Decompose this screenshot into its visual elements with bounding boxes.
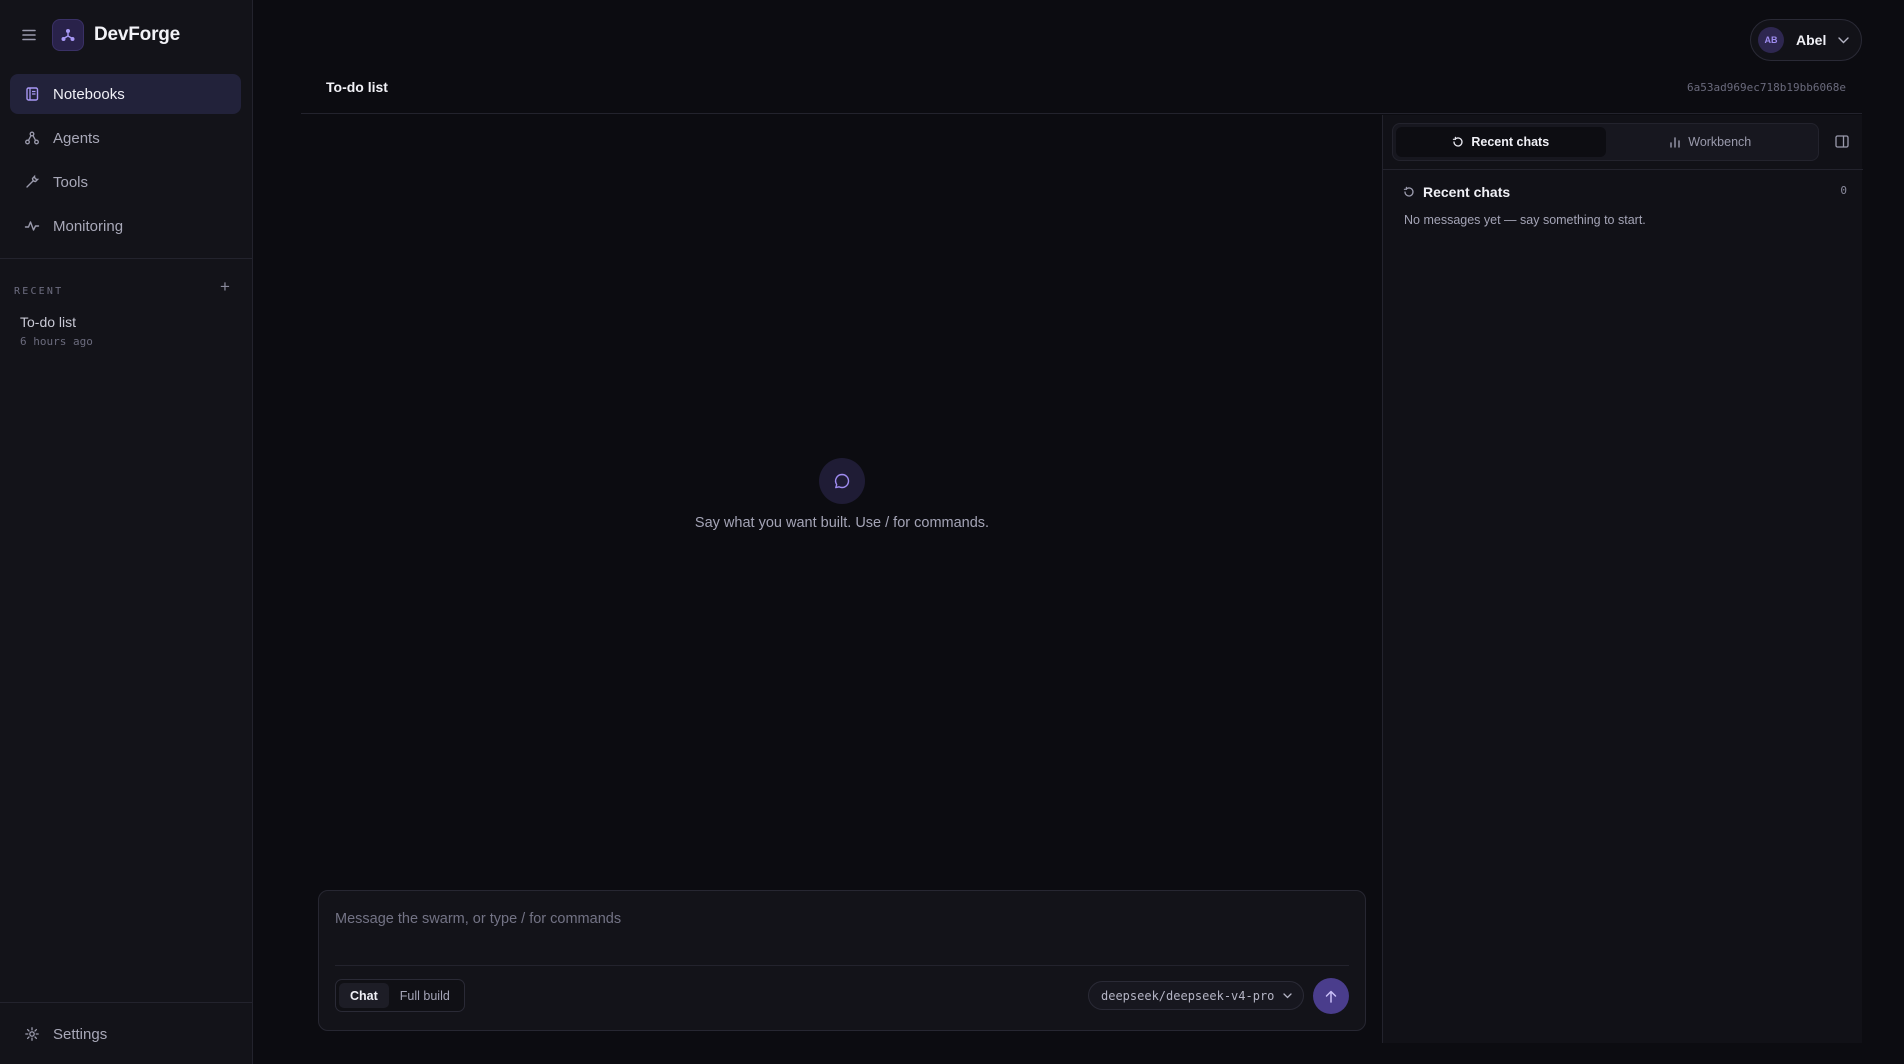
model-select[interactable]: deepseek/deepseek-v4-pro	[1088, 981, 1304, 1010]
arrow-up-icon	[1325, 990, 1337, 1003]
mode-full-build-button[interactable]: Full build	[389, 983, 461, 1008]
panel-divider	[1383, 169, 1863, 170]
notebook-icon	[23, 85, 41, 103]
recent-chats-title: Recent chats	[1423, 184, 1511, 200]
app-name: DevForge	[94, 24, 181, 45]
bar-chart-icon	[1669, 136, 1681, 148]
tab-label: Workbench	[1688, 135, 1752, 149]
user-menu-button[interactable]: AB Abel	[1750, 19, 1862, 61]
hamburger-icon	[22, 29, 36, 41]
message-input[interactable]	[335, 908, 1335, 930]
tab-label: Recent chats	[1471, 135, 1550, 149]
nav-divider	[0, 258, 253, 259]
message-composer: Chat Full build deepseek/deepseek-v4-pro	[318, 890, 1366, 1031]
add-recent-button[interactable]: +	[216, 278, 234, 296]
page-title: To-do list	[326, 79, 388, 95]
wrench-icon	[23, 173, 41, 191]
right-panel: Recent chats Workbench Recent chats 0 No…	[1382, 115, 1863, 1043]
menu-toggle-button[interactable]	[19, 25, 39, 45]
recent-label: RECENT	[14, 286, 64, 297]
empty-state-message: Say what you want built. Use / for comma…	[694, 515, 990, 531]
user-name: Abel	[1796, 32, 1827, 48]
document-id: 6a53ad969ec718b19bb6068e	[1687, 81, 1846, 94]
toggle-panel-button[interactable]	[1833, 132, 1851, 150]
document-header: To-do list 6a53ad969ec718b19bb6068e	[301, 70, 1862, 114]
avatar: AB	[1758, 27, 1784, 53]
gear-icon	[23, 1025, 41, 1043]
mode-toggle: Chat Full build	[335, 979, 465, 1012]
sidebar-toggle-icon	[1835, 134, 1849, 148]
panel-tabs: Recent chats Workbench	[1392, 123, 1819, 161]
nav-item-monitoring[interactable]: Monitoring	[10, 206, 241, 246]
chat-empty-state: Say what you want built. Use / for comma…	[600, 458, 1084, 531]
settings-divider	[0, 1002, 253, 1003]
logo-icon	[61, 29, 75, 41]
history-icon	[1452, 136, 1464, 148]
history-icon	[1403, 186, 1414, 197]
nav-label: Monitoring	[53, 217, 124, 235]
chevron-down-icon	[1838, 36, 1850, 44]
sidebar: DevForge Notebooks Agents Tools Monitori…	[0, 0, 253, 1064]
composer-divider	[335, 965, 1349, 966]
tab-recent-chats[interactable]: Recent chats	[1396, 127, 1606, 157]
nav-item-tools[interactable]: Tools	[10, 162, 241, 202]
nav-label: Agents	[53, 129, 100, 147]
recent-chats-empty-message: No messages yet — say something to start…	[1404, 213, 1646, 227]
recent-section-header: RECENT +	[14, 278, 234, 298]
recent-item-time: 6 hours ago	[20, 335, 93, 348]
chevron-down-icon	[1283, 992, 1293, 999]
nav-label: Tools	[53, 173, 89, 191]
main-nav: Notebooks Agents Tools Monitoring	[10, 74, 241, 250]
brand-header: DevForge	[0, 0, 253, 70]
recent-chats-count: 0	[1840, 184, 1847, 197]
recent-item-title: To-do list	[20, 314, 77, 330]
send-button[interactable]	[1313, 978, 1349, 1014]
settings-label: Settings	[53, 1025, 108, 1043]
model-select-value: deepseek/deepseek-v4-pro	[1101, 988, 1275, 1003]
nav-item-agents[interactable]: Agents	[10, 118, 241, 158]
tab-workbench[interactable]: Workbench	[1606, 127, 1816, 157]
settings-button[interactable]: Settings	[10, 1014, 241, 1054]
agents-icon	[23, 129, 41, 147]
mode-chat-button[interactable]: Chat	[339, 983, 389, 1008]
chat-bubble-icon	[819, 458, 865, 504]
pulse-icon	[23, 217, 41, 235]
nav-label: Notebooks	[53, 85, 125, 103]
recent-chats-header: Recent chats 0	[1403, 182, 1847, 202]
recent-item[interactable]: To-do list 6 hours ago	[20, 314, 230, 348]
app-logo[interactable]	[52, 19, 84, 51]
nav-item-notebooks[interactable]: Notebooks	[10, 74, 241, 114]
